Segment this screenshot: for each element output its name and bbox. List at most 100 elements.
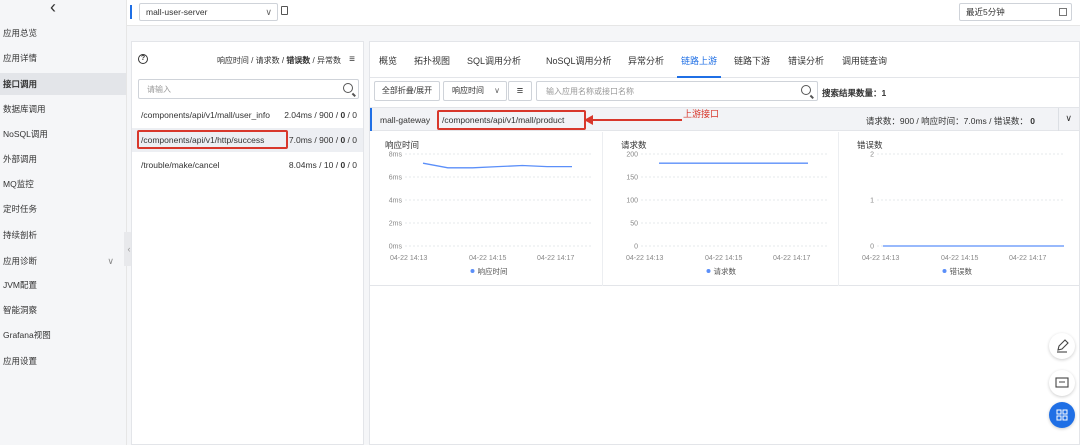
sidebar-item[interactable]: 接口调用 <box>0 73 126 95</box>
interface-errors: 0 <box>340 135 346 145</box>
trace-search[interactable] <box>536 81 818 101</box>
main-panel: 概览 拓扑视图 SQL调用分析 NoSQL调用分析 异常分析 链路上游 链路下游 错误分析 调用… <box>369 41 1080 445</box>
line-chart: 0 1 2 04-22 14:13 04-22 14:15 04-22 14:17 错误数 <box>862 152 1064 276</box>
tab-item[interactable]: 链路上游 <box>681 54 717 67</box>
trace-summary: 请求数：900 / 响应时间：7.0ms / 错误数： 0 <box>866 115 1035 127</box>
sidebar-item[interactable]: 应用设置 <box>0 350 126 372</box>
sidebar-item-label: 接口调用 <box>3 79 38 89</box>
toggle-all-button[interactable]: 全部折叠/展开 <box>374 81 440 101</box>
sidebar-item-label: NoSQL调用 <box>3 129 48 139</box>
highlight-selected-interface <box>137 130 288 149</box>
sidebar-item-label: 数据库调用 <box>3 104 46 114</box>
search-icon[interactable] <box>801 85 811 95</box>
interface-stats: 8.04ms / 10 / 0 / 0 <box>288 160 357 170</box>
x-tick-label: 04-22 14:17 <box>773 255 810 262</box>
tab-item[interactable]: SQL调用分析 <box>467 54 521 67</box>
sidebar-item[interactable]: JVM配置 <box>0 274 126 296</box>
sidebar-item[interactable]: 数据库调用 <box>0 98 126 120</box>
interface-time: 8.04ms <box>288 160 317 170</box>
annotation-arrow <box>584 115 682 125</box>
interface-row[interactable]: /trouble/make/cancel 8.04ms / 10 / 0 / 0 <box>132 153 363 177</box>
back-arrow-icon[interactable]: ‹ <box>50 0 56 16</box>
y-tick-label: 2 <box>870 152 874 159</box>
sidebar-item[interactable]: 外部调用 <box>0 148 126 170</box>
sort-requests[interactable]: 请求数 <box>256 56 280 65</box>
annotation-label: 上游接口 <box>683 109 720 119</box>
accent-bar <box>370 108 372 131</box>
x-tick-label: 04-22 14:13 <box>390 255 427 262</box>
y-tick-label: 2ms <box>389 221 403 228</box>
chevron-down-icon: ∨ <box>265 7 272 17</box>
list-menu-icon[interactable]: ≡ <box>349 54 355 65</box>
tab-item[interactable]: 调用链查询 <box>842 54 887 67</box>
sidebar-item[interactable]: MQ监控 <box>0 173 126 195</box>
list-view-icon[interactable]: ≡ <box>508 81 532 101</box>
sidebar-item[interactable]: Grafana视图 <box>0 324 126 346</box>
sidebar-item-label: 定时任务 <box>3 204 38 214</box>
chevron-down-icon[interactable]: ∨ <box>1065 113 1072 124</box>
interface-count: 900 <box>319 110 334 120</box>
highlight-upstream-interface <box>437 110 586 130</box>
interface-exceptions: 0 <box>352 110 357 120</box>
sidebar-item-label: 应用诊断 <box>3 256 38 266</box>
pencil-icon <box>1057 339 1069 353</box>
interface-stats: 2.04ms / 900 / 0 / 0 <box>284 110 357 120</box>
app-selector[interactable]: mall-user-server ∨ <box>139 3 278 21</box>
sidebar-item[interactable]: 定时任务 <box>0 198 126 220</box>
search-icon[interactable] <box>343 83 353 93</box>
y-tick-label: 6ms <box>389 175 403 182</box>
tab-item[interactable]: NoSQL调用分析 <box>546 54 612 67</box>
sort-errors[interactable]: 错误数 <box>286 56 310 65</box>
interface-time: 7.0ms <box>288 135 313 145</box>
help-icon[interactable]: ? <box>138 54 148 64</box>
tab-item[interactable]: 拓扑视图 <box>414 54 450 67</box>
interface-search-input[interactable] <box>139 80 329 98</box>
feedback-button[interactable] <box>1049 370 1075 396</box>
interface-path: /components/api/v1/mall/user_info <box>141 110 270 120</box>
y-tick-label: 0 <box>634 244 638 251</box>
divider <box>1058 108 1059 131</box>
calendar-icon <box>1059 8 1067 16</box>
sidebar-item-label: JVM配置 <box>3 280 38 290</box>
active-tab-indicator <box>677 76 721 78</box>
legend-label[interactable]: 请求数 <box>714 266 737 276</box>
sort-exceptions[interactable]: 异常数 <box>317 56 341 65</box>
sort-select[interactable]: 响应时间 ∨ <box>443 81 507 101</box>
sort-labels: 响应时间 / 请求数 / 错误数 / 异常数 <box>216 56 341 65</box>
sidebar-item-label: Grafana视图 <box>3 330 51 340</box>
interface-path: /trouble/make/cancel <box>141 160 220 170</box>
trace-search-input[interactable] <box>537 82 787 100</box>
x-tick-label: 04-22 14:15 <box>469 255 506 262</box>
copy-icon[interactable] <box>281 6 288 15</box>
interface-row[interactable]: /components/api/v1/mall/user_info 2.04ms … <box>132 103 363 127</box>
apps-button[interactable] <box>1049 402 1075 428</box>
chevron-down-icon: ∨ <box>107 256 114 266</box>
y-tick-label: 150 <box>626 175 638 182</box>
series-line <box>422 162 572 169</box>
sidebar-item[interactable]: 持续剖析 <box>0 224 126 246</box>
time-range-selector[interactable]: 最近5分钟 <box>959 3 1072 21</box>
edit-button[interactable] <box>1049 333 1075 359</box>
tab-item[interactable]: 错误分析 <box>788 54 824 67</box>
sort-response-time[interactable]: 响应时间 <box>217 56 249 65</box>
sidebar-item[interactable]: 智能洞察 <box>0 299 126 321</box>
tab-item[interactable]: 链路下游 <box>734 54 770 67</box>
sidebar-item[interactable]: 应用总览 <box>0 22 126 44</box>
sidebar-item-label: 持续剖析 <box>3 230 38 240</box>
legend-label[interactable]: 错误数 <box>950 266 973 276</box>
interface-list-panel: ? 响应时间 / 请求数 / 错误数 / 异常数 ≡ /components/a… <box>131 41 364 445</box>
x-tick-label: 04-22 14:15 <box>941 255 978 262</box>
y-tick-label: 8ms <box>389 152 403 159</box>
sidebar-item[interactable]: 应用详情 <box>0 47 126 69</box>
tab-item[interactable]: 概览 <box>379 54 397 67</box>
interface-errors: 0 <box>340 110 346 120</box>
sidebar-item[interactable]: 应用诊断 ∨ <box>0 250 126 272</box>
interface-search[interactable] <box>138 79 359 99</box>
legend-label[interactable]: 响应时间 <box>478 266 508 276</box>
sidebar-item[interactable]: NoSQL调用 <box>0 123 126 145</box>
y-tick-label: 100 <box>626 198 638 205</box>
sidebar: ‹ 应用总览应用详情接口调用数据库调用 NoSQL调用外部调用 MQ监控定时任务持续… <box>0 0 127 445</box>
y-tick-label: 1 <box>870 198 874 205</box>
tab-item[interactable]: 异常分析 <box>628 54 664 67</box>
interface-exceptions: 0 <box>352 160 357 170</box>
